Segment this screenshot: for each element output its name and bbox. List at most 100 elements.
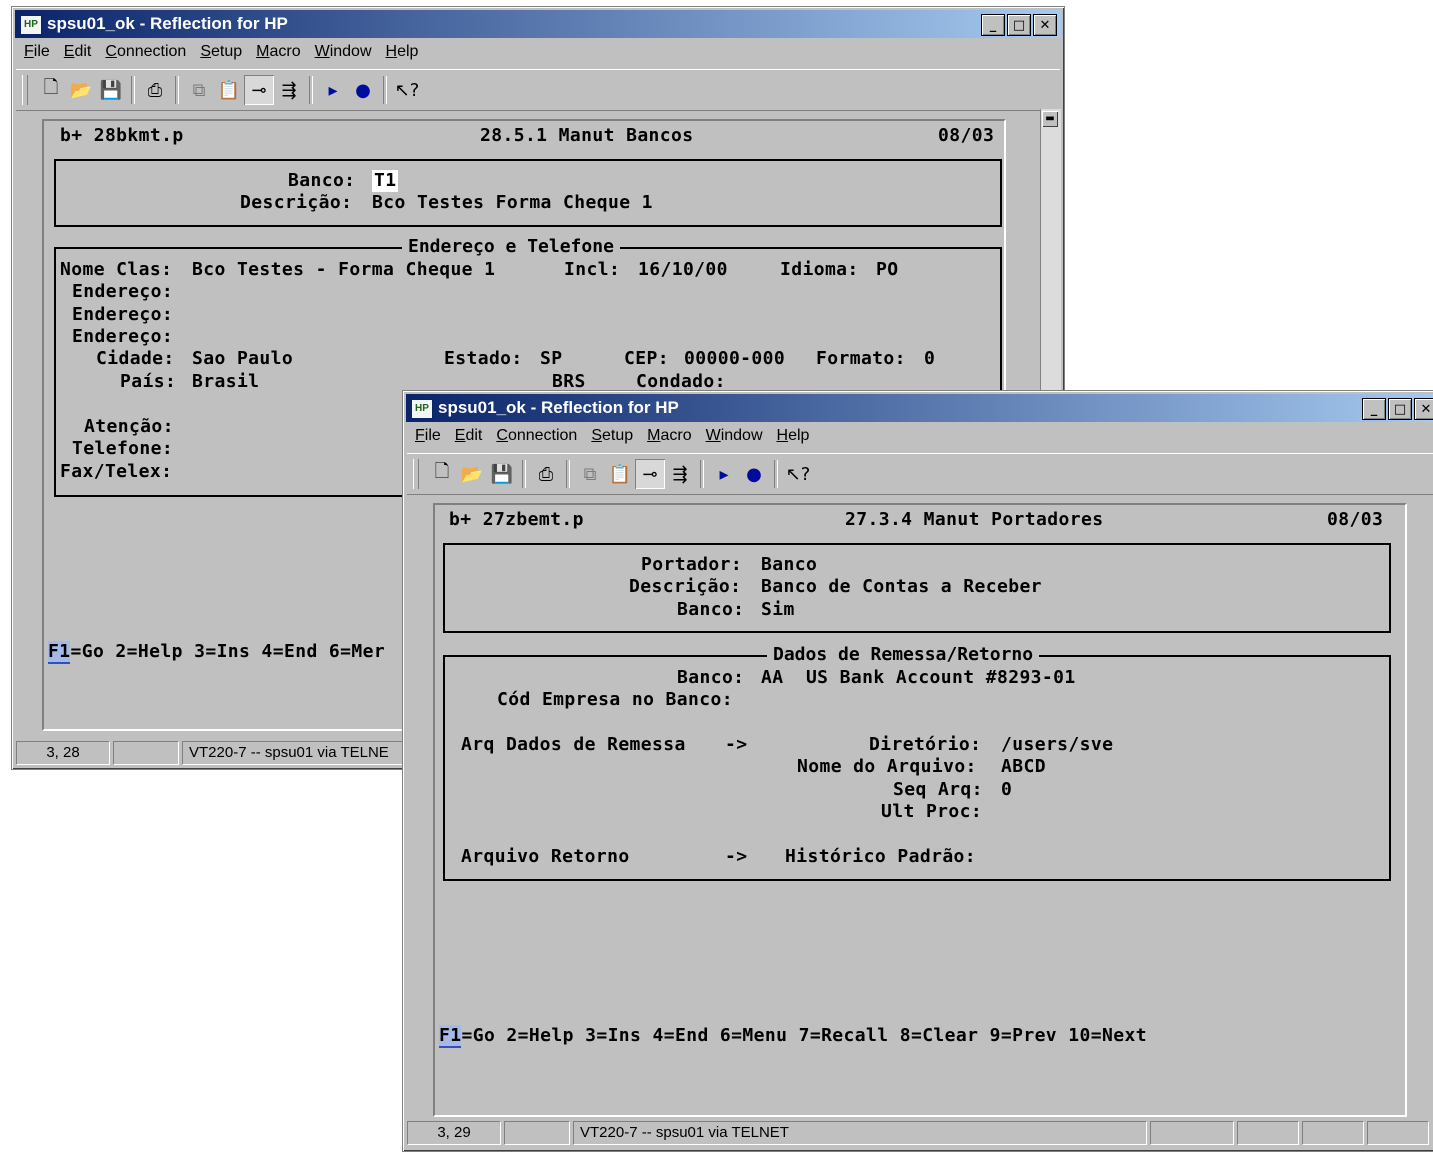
menu-edit[interactable]: Edit <box>64 40 92 64</box>
record-macro-icon[interactable]: ● <box>739 459 769 489</box>
close-icon: ✕ <box>1039 17 1051 33</box>
banco-input[interactable]: T1 <box>372 170 399 192</box>
portador-value[interactable]: Banco <box>761 554 817 576</box>
formato-value[interactable]: 0 <box>924 348 935 370</box>
menu-window[interactable]: Window <box>706 424 763 448</box>
cep-value[interactable]: 00000-000 <box>684 348 785 370</box>
arq-remessa-label: Arq Dados de Remessa <box>461 734 686 755</box>
idioma-label: Idioma: <box>780 259 859 280</box>
background-heading-fragment <box>1064 0 1264 12</box>
minimize-button[interactable]: _ <box>1362 398 1386 420</box>
cidade-value[interactable]: Sao Paulo <box>192 348 293 370</box>
menu-setup[interactable]: Setup <box>200 40 242 64</box>
minimize-icon: _ <box>1370 401 1378 417</box>
pais-value[interactable]: Brasil <box>192 371 259 393</box>
terminal-screen[interactable]: b+ 27zbemt.p 27.3.4 Manut Portadores 08/… <box>433 503 1407 1117</box>
context-help-icon[interactable]: ↖? <box>392 75 422 105</box>
toolbar-separator <box>522 460 526 488</box>
save-icon[interactable]: 💾 <box>96 75 126 105</box>
copy-icon[interactable]: ⧉ <box>575 459 605 489</box>
banco-label: Banco: <box>288 170 356 191</box>
diretorio-value[interactable]: /users/sve <box>1001 734 1113 756</box>
close-button[interactable]: ✕ <box>1414 398 1433 420</box>
portador-label: Portador: <box>641 554 743 575</box>
minimize-button[interactable]: _ <box>981 14 1005 36</box>
estado-value[interactable]: SP <box>540 348 562 370</box>
f1-key[interactable]: F1 <box>48 641 71 664</box>
seq-arq-value[interactable]: 0 <box>1001 779 1012 801</box>
incl-label: Incl: <box>564 259 621 280</box>
menu-macro[interactable]: Macro <box>647 424 691 448</box>
transfer-icon[interactable]: ⇶ <box>274 75 304 105</box>
menu-connection[interactable]: Connection <box>496 424 577 448</box>
nome-clas-label: Nome Clas: <box>60 259 173 280</box>
reflection-app-icon[interactable]: HP <box>20 15 42 35</box>
toolbar-grip[interactable] <box>413 459 419 489</box>
play-macro-icon[interactable]: ▸ <box>318 75 348 105</box>
f1-key[interactable]: F1 <box>439 1025 462 1048</box>
nome-arquivo-value[interactable]: ABCD <box>1001 756 1046 778</box>
paste-icon[interactable]: 📋 <box>214 75 244 105</box>
transfer-icon[interactable]: ⇶ <box>665 459 695 489</box>
minimize-icon: _ <box>989 17 997 33</box>
copy-icon[interactable]: ⧉ <box>184 75 214 105</box>
toolbar: 🗋 📂 💾 ⎙ ⧉ 📋 ⊸ ⇶ ▸ ● ↖? <box>407 453 1433 495</box>
incl-value[interactable]: 16/10/00 <box>638 259 728 281</box>
diretorio-label: Diretório: <box>869 734 982 755</box>
endereco-label-3: Endereço: <box>72 326 174 347</box>
connect-icon[interactable]: ⊸ <box>244 75 274 105</box>
function-keys-text: =Go 2=Help 3=Ins 4=End 6=Menu 7=Recall 8… <box>461 1025 1147 1046</box>
scroll-up-icon[interactable]: ▬ <box>1042 111 1058 127</box>
menu-setup[interactable]: Setup <box>591 424 633 448</box>
arquivo-retorno-label: Arquivo Retorno <box>461 846 630 867</box>
menu-connection[interactable]: Connection <box>105 40 186 64</box>
descricao-label: Descrição: <box>629 576 742 597</box>
maximize-button[interactable]: □ <box>1007 14 1031 36</box>
nome-clas-value[interactable]: Bco Testes - Forma Cheque 1 <box>192 259 495 281</box>
program-name: b+ 27zbemt.p <box>449 509 584 530</box>
status-empty-panel <box>504 1121 570 1145</box>
program-name: b+ 28bkmt.p <box>60 125 184 146</box>
menu-help[interactable]: Help <box>777 424 810 448</box>
cidade-label: Cidade: <box>96 348 175 369</box>
close-button[interactable]: ✕ <box>1033 14 1057 36</box>
descricao-value[interactable]: Banco de Contas a Receber <box>761 576 1042 598</box>
toolbar-grip[interactable] <box>22 75 28 105</box>
play-macro-icon[interactable]: ▸ <box>709 459 739 489</box>
terminal-window-portadores[interactable]: HP spsu01_ok - Reflection for HP _ □ ✕ F… <box>402 390 1433 1152</box>
reflection-app-icon[interactable]: HP <box>411 399 433 419</box>
menu-file[interactable]: File <box>24 40 50 64</box>
record-macro-icon[interactable]: ● <box>348 75 378 105</box>
seq-arq-label: Seq Arq: <box>893 779 983 800</box>
menu-bar: File Edit Connection Setup Macro Window … <box>407 424 809 448</box>
menu-file[interactable]: File <box>415 424 441 448</box>
paste-icon[interactable]: 📋 <box>605 459 635 489</box>
menu-edit[interactable]: Edit <box>455 424 483 448</box>
remessa-arrow: -> <box>725 734 748 755</box>
screen-date: 08/03 <box>938 125 995 146</box>
open-folder-icon[interactable]: 📂 <box>66 75 96 105</box>
new-file-icon[interactable]: 🗋 <box>36 75 66 105</box>
title-bar[interactable]: HP spsu01_ok - Reflection for HP _ □ ✕ <box>406 394 1433 422</box>
banco-value[interactable]: Sim <box>761 599 795 621</box>
descricao-value[interactable]: Bco Testes Forma Cheque 1 <box>372 192 653 214</box>
title-bar[interactable]: HP spsu01_ok - Reflection for HP _ □ ✕ <box>15 10 1061 38</box>
status-panel <box>1302 1121 1364 1145</box>
maximize-button[interactable]: □ <box>1388 398 1412 420</box>
function-keys-text: =Go 2=Help 3=Ins 4=End 6=Mer <box>70 641 386 662</box>
open-folder-icon[interactable]: 📂 <box>457 459 487 489</box>
menu-help[interactable]: Help <box>386 40 419 64</box>
banco2-value[interactable]: AA US Bank Account #8293-01 <box>761 667 1076 689</box>
banco2-label: Banco: <box>677 667 745 688</box>
print-icon[interactable]: ⎙ <box>140 75 170 105</box>
menu-macro[interactable]: Macro <box>256 40 300 64</box>
function-keys-line: F1=Go 2=Help 3=Ins 4=End 6=Mer <box>48 641 386 664</box>
print-icon[interactable]: ⎙ <box>531 459 561 489</box>
connect-icon[interactable]: ⊸ <box>635 459 665 489</box>
context-help-icon[interactable]: ↖? <box>783 459 813 489</box>
menu-window[interactable]: Window <box>315 40 372 64</box>
idioma-value[interactable]: PO <box>876 259 898 281</box>
new-file-icon[interactable]: 🗋 <box>427 459 457 489</box>
save-icon[interactable]: 💾 <box>487 459 517 489</box>
endereco-label-1: Endereço: <box>72 281 174 302</box>
